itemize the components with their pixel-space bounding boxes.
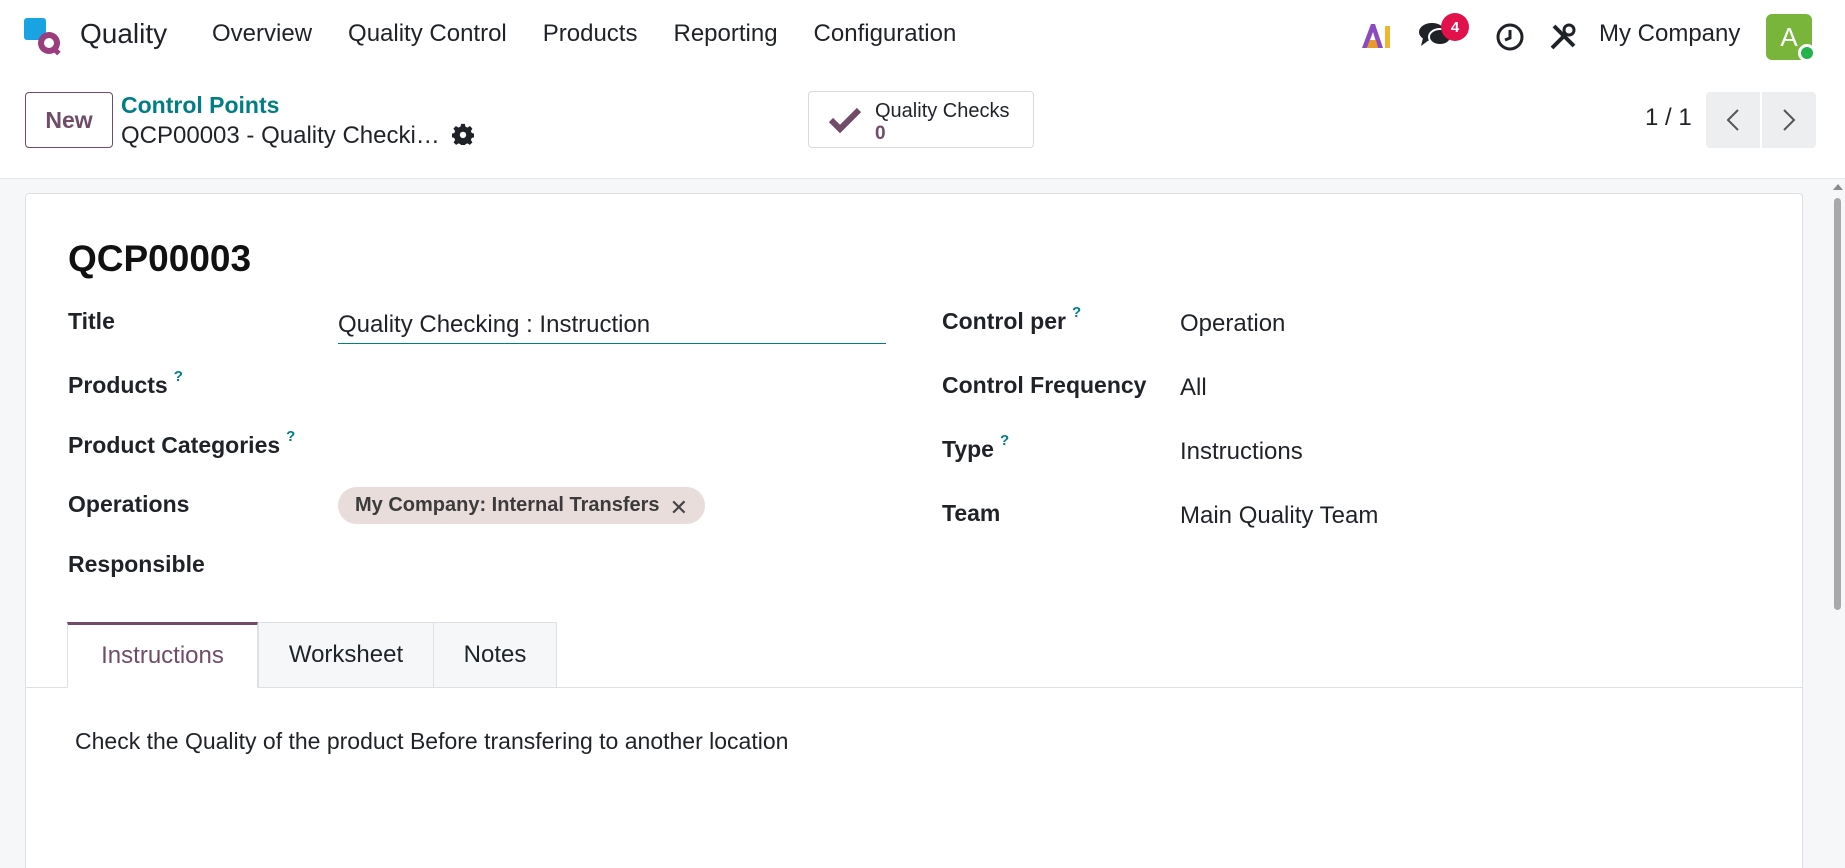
pager-value[interactable]: 1 / 1 [1645,104,1692,132]
pager-next-button[interactable] [1762,92,1816,148]
product-categories-label: Product Categories? [68,428,295,459]
pager-previous-button[interactable] [1706,92,1760,148]
tab-worksheet[interactable]: Worksheet [258,622,434,688]
menu-quality-control[interactable]: Quality Control [330,20,525,48]
scrollbar-thumb[interactable] [1834,198,1841,610]
record-title: QCP00003 - Quality Checking : Instructio… [121,122,441,149]
title-input[interactable] [338,306,886,344]
type-label-text: Type [942,436,994,462]
online-status-dot [1798,44,1816,62]
menu-configuration[interactable]: Configuration [796,20,975,48]
app-name[interactable]: Quality [80,18,167,50]
control-per-help-icon[interactable]: ? [1072,304,1081,321]
instructions-text[interactable]: Check the Quality of the product Before … [75,728,788,755]
quality-checks-smart-button[interactable]: Quality Checks 0 [808,91,1034,148]
team-label: Team [942,500,1001,526]
notification-badge: 4 [1441,13,1469,41]
control-per-value[interactable]: Operation [1180,310,1285,338]
products-label-text: Products [68,372,168,398]
clock-icon[interactable] [1495,22,1525,52]
products-label: Products? [68,368,183,399]
control-frequency-value[interactable]: All [1180,374,1207,402]
team-value[interactable]: Main Quality Team [1180,502,1378,530]
type-value[interactable]: Instructions [1180,438,1303,466]
operations-label: Operations [68,491,190,517]
smart-button-label: Quality Checks [875,100,1010,122]
scroll-up-arrow[interactable] [1833,184,1843,190]
products-help-icon[interactable]: ? [174,368,183,385]
new-button[interactable]: New [25,92,113,148]
checkmark-icon [829,107,861,134]
tab-notes[interactable]: Notes [433,622,557,688]
breadcrumb-control-points[interactable]: Control Points [121,92,279,119]
menu-reporting[interactable]: Reporting [655,20,795,48]
chevron-right-icon [1783,109,1796,131]
smart-button-count: 0 [875,123,886,144]
chevron-left-icon [1726,109,1739,131]
type-label: Type? [942,432,1009,463]
control-per-label-text: Control per [942,308,1066,334]
menu-overview[interactable]: Overview [212,20,330,48]
ai-icon[interactable] [1360,20,1392,52]
main-menu: Overview Quality Control Products Report… [212,20,974,48]
remove-tag-icon[interactable]: ✕ [670,495,688,521]
control-per-label: Control per? [942,304,1081,335]
quality-app-icon[interactable] [24,18,62,56]
record-reference: QCP00003 [68,238,252,279]
responsible-label: Responsible [68,551,205,577]
company-switcher[interactable]: My Company [1599,20,1740,48]
menu-products[interactable]: Products [525,20,656,48]
control-frequency-label: Control Frequency [942,372,1147,398]
type-help-icon[interactable]: ? [1000,432,1009,449]
tab-instructions[interactable]: Instructions [67,622,258,688]
title-label: Title [68,308,115,334]
operations-tag-label: My Company: Internal Transfers [355,494,660,516]
gear-icon[interactable] [452,123,474,145]
tools-icon[interactable] [1548,22,1578,52]
top-navbar: Quality Overview Quality Control Product… [0,0,1845,74]
operations-tag[interactable]: My Company: Internal Transfers ✕ [338,487,705,524]
form-sheet [25,193,1803,868]
product-categories-label-text: Product Categories [68,432,281,458]
product-categories-help-icon[interactable]: ? [286,428,295,445]
